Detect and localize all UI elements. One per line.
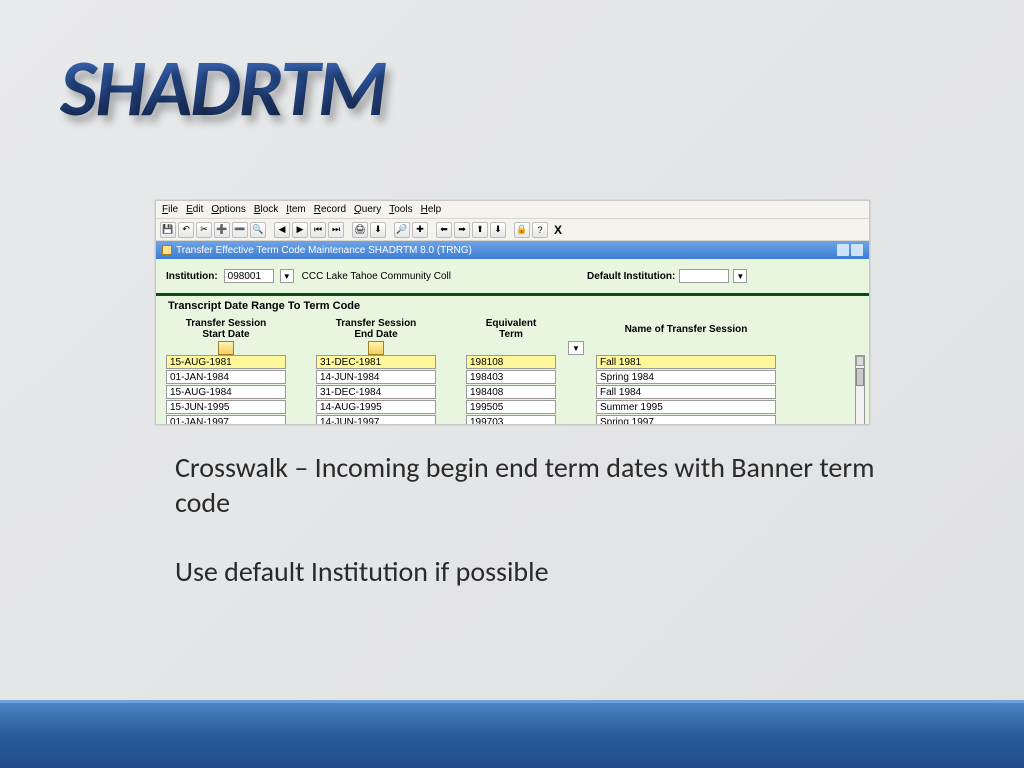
separator-line: [156, 293, 869, 296]
institution-code-field[interactable]: 098001: [224, 269, 274, 283]
grid-cell[interactable]: 31-DEC-1984: [316, 385, 436, 399]
toolbar-prev-icon[interactable]: ◀: [274, 222, 290, 238]
menu-query[interactable]: Query: [354, 204, 381, 215]
maximize-icon[interactable]: [851, 244, 863, 256]
toolbar-nav2-icon[interactable]: ➡: [454, 222, 470, 238]
toolbar-search-icon[interactable]: 🔎: [394, 222, 410, 238]
col-term-header: EquivalentTerm: [466, 318, 556, 340]
toolbar-export-icon[interactable]: ⬇: [370, 222, 386, 238]
vertical-scrollbar[interactable]: [855, 355, 865, 425]
menu-file[interactable]: File: [162, 204, 178, 215]
menu-item[interactable]: Item: [286, 204, 305, 215]
form-titlebar: Transfer Effective Term Code Maintenance…: [156, 241, 869, 259]
grid-cell[interactable]: Summer 1995: [596, 400, 776, 414]
grid-cell[interactable]: 01-JAN-1984: [166, 370, 286, 384]
toolbar-prev-block-icon[interactable]: ⏮: [310, 222, 326, 238]
toolbar-next-icon[interactable]: ▶: [292, 222, 308, 238]
col-end-date-header: Transfer SessionEnd Date: [316, 318, 436, 340]
toolbar-nav3-icon[interactable]: ⬆: [472, 222, 488, 238]
form-title-text: Transfer Effective Term Code Maintenance…: [176, 245, 472, 256]
grid-cell[interactable]: 198108: [466, 355, 556, 369]
slide-title: SHADRTM: [60, 40, 386, 137]
grid-cell[interactable]: 14-AUG-1995: [316, 400, 436, 414]
end-date-picker-icon[interactable]: [368, 341, 384, 355]
scroll-thumb[interactable]: [856, 368, 864, 386]
toolbar-help-icon[interactable]: ?: [532, 222, 548, 238]
grid-cell[interactable]: 198403: [466, 370, 556, 384]
term-dropdown-icon[interactable]: ▼: [568, 341, 584, 355]
grid-cell[interactable]: 15-JUN-1995: [166, 400, 286, 414]
footer-bar: [0, 700, 1024, 768]
col-start-date-header: Transfer SessionStart Date: [166, 318, 286, 340]
grid-cell[interactable]: 199505: [466, 400, 556, 414]
body-paragraph-1: Crosswalk – Incoming begin end term date…: [175, 450, 875, 520]
toolbar-nav4-icon[interactable]: ⬇: [490, 222, 506, 238]
grid-cell[interactable]: 15-AUG-1984: [166, 385, 286, 399]
grid-cell[interactable]: Fall 1981: [596, 355, 776, 369]
grid-cell[interactable]: 14-JUN-1997: [316, 415, 436, 425]
menu-record[interactable]: Record: [314, 204, 346, 215]
section-title: Transcript Date Range To Term Code: [168, 300, 859, 312]
grid-cell[interactable]: 198408: [466, 385, 556, 399]
default-institution-label: Default Institution:: [587, 271, 675, 282]
institution-dropdown-icon[interactable]: ▼: [280, 269, 294, 283]
form-body: Institution: 098001 ▼ CCC Lake Tahoe Com…: [156, 259, 869, 424]
banner-form-window: File Edit Options Block Item Record Quer…: [155, 200, 870, 425]
toolbar-insert-icon[interactable]: ➕: [214, 222, 230, 238]
grid-rows: 15-AUG-1981 31-DEC-1981 198108 Fall 1981 01-…: [166, 355, 859, 425]
menu-options[interactable]: Options: [211, 204, 245, 215]
grid-cell[interactable]: Spring 1984: [596, 370, 776, 384]
institution-label: Institution:: [166, 271, 218, 282]
menu-edit[interactable]: Edit: [186, 204, 203, 215]
toolbar-close-button[interactable]: X: [554, 223, 562, 237]
menu-bar: File Edit Options Block Item Record Quer…: [156, 201, 869, 219]
toolbar-lock-icon[interactable]: 🔒: [514, 222, 530, 238]
body-paragraph-2: Use default Institution if possible: [175, 554, 875, 589]
toolbar-delete-icon[interactable]: ➖: [232, 222, 248, 238]
default-institution-dropdown-icon[interactable]: ▼: [733, 269, 747, 283]
menu-tools[interactable]: Tools: [389, 204, 412, 215]
grid-cell[interactable]: Spring 1997: [596, 415, 776, 425]
toolbar-print-icon[interactable]: 🖨: [352, 222, 368, 238]
toolbar-enter-query-icon[interactable]: 🔍: [250, 222, 266, 238]
grid-cell[interactable]: 15-AUG-1981: [166, 355, 286, 369]
col-name-header: Name of Transfer Session: [596, 324, 776, 335]
minimize-icon[interactable]: [837, 244, 849, 256]
default-institution-field[interactable]: [679, 269, 729, 283]
grid-cell[interactable]: 199703: [466, 415, 556, 425]
slide-body: Crosswalk – Incoming begin end term date…: [175, 450, 875, 623]
toolbar-save-icon[interactable]: 💾: [160, 222, 176, 238]
term-grid: Transfer SessionStart Date Transfer Sess…: [166, 318, 859, 355]
grid-cell[interactable]: 31-DEC-1981: [316, 355, 436, 369]
start-date-picker-icon[interactable]: [218, 341, 234, 355]
grid-cell[interactable]: 14-JUN-1984: [316, 370, 436, 384]
toolbar-add-icon[interactable]: ✚: [412, 222, 428, 238]
menu-help[interactable]: Help: [421, 204, 442, 215]
menu-block[interactable]: Block: [254, 204, 278, 215]
toolbar-nav1-icon[interactable]: ⬅: [436, 222, 452, 238]
grid-cell[interactable]: 01-JAN-1997: [166, 415, 286, 425]
grid-cell[interactable]: Fall 1984: [596, 385, 776, 399]
toolbar-next-block-icon[interactable]: ⏭: [328, 222, 344, 238]
toolbar-rollback-icon[interactable]: ↶: [178, 222, 194, 238]
toolbar-select-icon[interactable]: ✂: [196, 222, 212, 238]
institution-name: CCC Lake Tahoe Community Coll: [302, 271, 451, 282]
form-icon: [162, 245, 172, 255]
toolbar: 💾 ↶ ✂ ➕ ➖ 🔍 ◀ ▶ ⏮ ⏭ 🖨 ⬇ 🔎 ✚ ⬅ ➡ ⬆ ⬇ 🔒 ? …: [156, 219, 869, 241]
